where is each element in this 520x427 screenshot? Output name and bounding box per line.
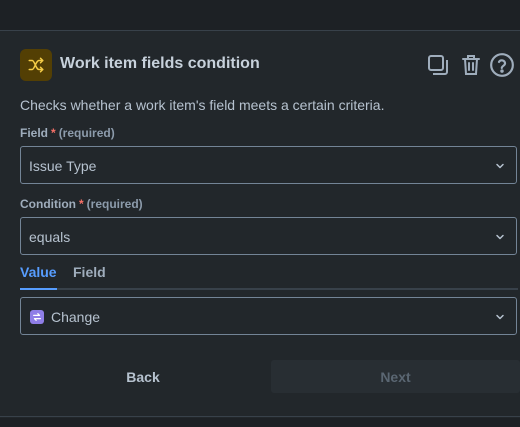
value-field-tabs: Value Field (20, 264, 520, 290)
help-icon (490, 53, 514, 77)
duplicate-button[interactable] (424, 51, 452, 79)
tab-field[interactable]: Field (73, 264, 106, 280)
field-select[interactable]: Issue Type (20, 146, 517, 184)
next-button[interactable]: Next (271, 360, 520, 393)
required-text: (required) (86, 197, 143, 211)
condition-select[interactable]: equals (20, 217, 517, 255)
back-button[interactable]: Back (20, 360, 266, 393)
chevron-down-icon (496, 314, 504, 320)
required-text: (required) (58, 126, 115, 140)
field-label: Field (20, 126, 49, 140)
condition-panel: Work item fields condition Checks whethe (0, 30, 520, 418)
chevron-down-icon (496, 234, 504, 240)
tab-value[interactable]: Value (20, 264, 57, 280)
value-select[interactable]: Change (20, 297, 517, 335)
required-marker: * (78, 197, 84, 211)
top-background (0, 0, 520, 30)
condition-select-value: equals (29, 229, 71, 245)
panel-description: Checks whether a work item's field meets… (20, 97, 385, 113)
change-type-icon (30, 310, 44, 324)
value-select-value: Change (51, 309, 101, 325)
panel-bottom-border (0, 416, 520, 417)
chevron-down-icon (496, 163, 504, 169)
tabs-divider (20, 288, 518, 290)
delete-button[interactable] (457, 51, 485, 79)
active-tab-indicator (20, 288, 57, 290)
panel-title: Work item fields condition (60, 55, 260, 72)
shuffle-icon (20, 49, 52, 81)
panel-header: Work item fields condition (20, 49, 520, 81)
condition-label: Condition (20, 197, 76, 211)
field-label-row: Field * (required) (20, 126, 115, 140)
condition-label-row: Condition * (required) (20, 197, 143, 211)
help-button[interactable] (488, 51, 516, 79)
field-select-value: Issue Type (29, 158, 97, 174)
trash-icon (462, 55, 480, 75)
duplicate-icon (428, 55, 448, 75)
required-marker: * (51, 126, 56, 140)
